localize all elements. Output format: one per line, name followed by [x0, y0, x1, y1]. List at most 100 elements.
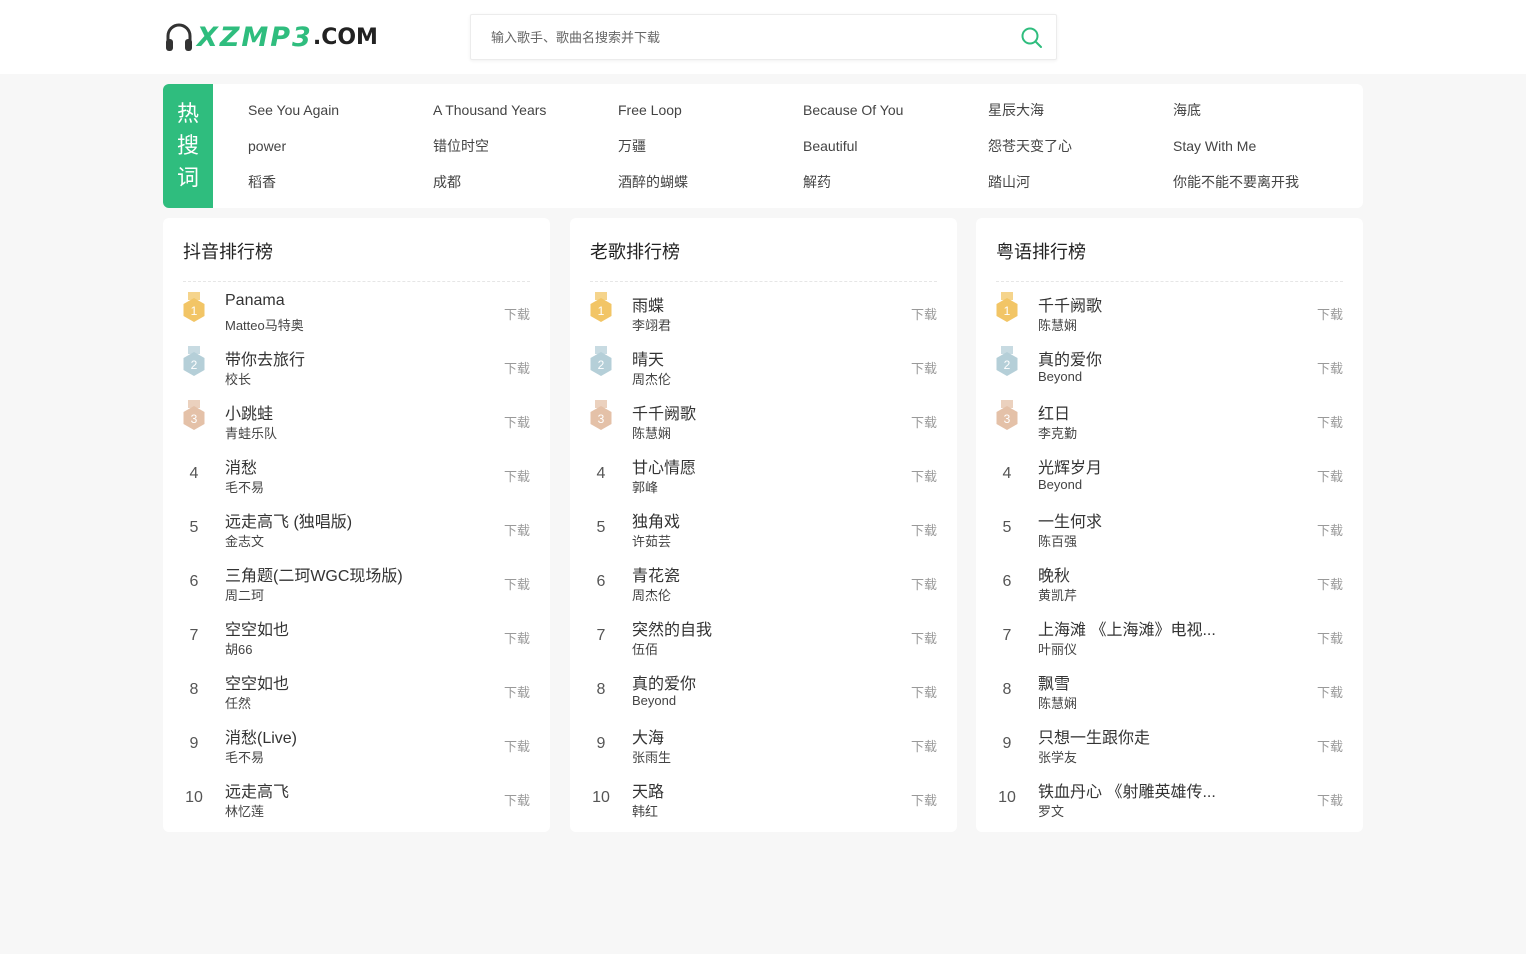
song-row[interactable]: 4 甘心情愿 郭峰 下载: [570, 448, 957, 502]
hot-search-link[interactable]: Free Loop: [618, 92, 803, 128]
hot-search-link[interactable]: Beautiful: [803, 128, 988, 164]
search-icon[interactable]: [1020, 26, 1044, 50]
song-title-link[interactable]: 只想一生跟你走: [1038, 724, 1150, 748]
download-link[interactable]: 下载: [1317, 682, 1343, 701]
song-title-link[interactable]: 远走高飞 (独唱版): [225, 508, 352, 532]
song-row[interactable]: 10 天路 韩红 下载: [570, 772, 957, 826]
song-title-link[interactable]: Panama: [225, 292, 285, 310]
download-link[interactable]: 下载: [1317, 790, 1343, 809]
song-row[interactable]: 10 远走高飞 林忆莲 下载: [163, 772, 550, 826]
song-title-link[interactable]: 真的爱你: [1038, 346, 1102, 370]
hot-search-link[interactable]: 你能不能不要离开我: [1173, 164, 1358, 200]
download-link[interactable]: 下载: [1317, 358, 1343, 377]
hot-search-link[interactable]: 怨苍天变了心: [988, 128, 1173, 164]
song-title-link[interactable]: 光辉岁月: [1038, 454, 1102, 478]
hot-search-link[interactable]: 酒醉的蝴蝶: [618, 164, 803, 200]
download-link[interactable]: 下载: [1317, 466, 1343, 485]
song-row[interactable]: 4 消愁 毛不易 下载: [163, 448, 550, 502]
download-link[interactable]: 下载: [1317, 412, 1343, 431]
song-title-link[interactable]: 真的爱你: [632, 670, 696, 694]
download-link[interactable]: 下载: [1317, 520, 1343, 539]
song-row[interactable]: 7 突然的自我 伍佰 下载: [570, 610, 957, 664]
song-title-link[interactable]: 晚秋: [1038, 562, 1070, 586]
hot-search-link[interactable]: 踏山河: [988, 164, 1173, 200]
song-title-link[interactable]: 千千阙歌: [1038, 292, 1102, 316]
download-link[interactable]: 下载: [911, 574, 937, 593]
song-row[interactable]: 2 带你去旅行 校长 下载: [163, 340, 550, 394]
song-title-link[interactable]: 飘雪: [1038, 670, 1070, 694]
song-title-link[interactable]: 雨蝶: [632, 292, 664, 316]
download-link[interactable]: 下载: [911, 736, 937, 755]
download-link[interactable]: 下载: [911, 520, 937, 539]
hot-search-link[interactable]: power: [248, 128, 433, 164]
song-row[interactable]: 9 只想一生跟你走 张学友 下载: [976, 718, 1363, 772]
hot-search-link[interactable]: 稻香: [248, 164, 433, 200]
song-row[interactable]: 9 消愁(Live) 毛不易 下载: [163, 718, 550, 772]
song-title-link[interactable]: 消愁(Live): [225, 724, 297, 748]
download-link[interactable]: 下载: [504, 520, 530, 539]
song-title-link[interactable]: 青花瓷: [632, 562, 680, 586]
hot-search-link[interactable]: 解药: [803, 164, 988, 200]
song-title-link[interactable]: 上海滩 《上海滩》电视...: [1038, 616, 1216, 640]
download-link[interactable]: 下载: [504, 466, 530, 485]
song-row[interactable]: 9 大海 张雨生 下载: [570, 718, 957, 772]
song-row[interactable]: 6 晚秋 黄凯芹 下载: [976, 556, 1363, 610]
download-link[interactable]: 下载: [504, 574, 530, 593]
hot-search-link[interactable]: 海底: [1173, 92, 1358, 128]
hot-search-link[interactable]: 成都: [433, 164, 618, 200]
download-link[interactable]: 下载: [504, 358, 530, 377]
song-row[interactable]: 5 独角戏 许茹芸 下载: [570, 502, 957, 556]
song-row[interactable]: 1 千千阙歌 陈慧娴 下载: [976, 286, 1363, 340]
hot-search-link[interactable]: 万疆: [618, 128, 803, 164]
song-row[interactable]: 1 雨蝶 李翊君 下载: [570, 286, 957, 340]
song-title-link[interactable]: 天路: [632, 778, 664, 802]
download-link[interactable]: 下载: [504, 628, 530, 647]
song-title-link[interactable]: 三角题(二珂WGC现场版): [225, 562, 403, 586]
song-row[interactable]: 6 三角题(二珂WGC现场版) 周二珂 下载: [163, 556, 550, 610]
download-link[interactable]: 下载: [504, 412, 530, 431]
song-title-link[interactable]: 千千阙歌: [632, 400, 696, 424]
download-link[interactable]: 下载: [911, 682, 937, 701]
download-link[interactable]: 下载: [1317, 736, 1343, 755]
download-link[interactable]: 下载: [1317, 628, 1343, 647]
download-link[interactable]: 下载: [911, 412, 937, 431]
song-title-link[interactable]: 红日: [1038, 400, 1070, 424]
download-link[interactable]: 下载: [504, 304, 530, 323]
song-title-link[interactable]: 大海: [632, 724, 664, 748]
song-title-link[interactable]: 突然的自我: [632, 616, 712, 640]
song-title-link[interactable]: 铁血丹心 《射雕英雄传...: [1038, 778, 1216, 802]
song-row[interactable]: 7 上海滩 《上海滩》电视... 叶丽仪 下载: [976, 610, 1363, 664]
song-row[interactable]: 2 真的爱你 Beyond 下载: [976, 340, 1363, 394]
song-row[interactable]: 6 青花瓷 周杰伦 下载: [570, 556, 957, 610]
song-title-link[interactable]: 晴天: [632, 346, 664, 370]
download-link[interactable]: 下载: [911, 790, 937, 809]
download-link[interactable]: 下载: [911, 358, 937, 377]
hot-search-link[interactable]: Because Of You: [803, 92, 988, 128]
song-title-link[interactable]: 带你去旅行: [225, 346, 305, 370]
song-row[interactable]: 8 空空如也 任然 下载: [163, 664, 550, 718]
song-row[interactable]: 2 晴天 周杰伦 下载: [570, 340, 957, 394]
song-row[interactable]: 3 红日 李克勤 下载: [976, 394, 1363, 448]
search-input[interactable]: [472, 16, 1012, 58]
hot-search-link[interactable]: 错位时空: [433, 128, 618, 164]
hot-search-link[interactable]: A Thousand Years: [433, 92, 618, 128]
hot-search-link[interactable]: 星辰大海: [988, 92, 1173, 128]
song-title-link[interactable]: 空空如也: [225, 616, 289, 640]
song-row[interactable]: 4 光辉岁月 Beyond 下载: [976, 448, 1363, 502]
song-title-link[interactable]: 远走高飞: [225, 778, 289, 802]
song-title-link[interactable]: 小跳蛙: [225, 400, 273, 424]
song-row[interactable]: 5 远走高飞 (独唱版) 金志文 下载: [163, 502, 550, 556]
song-row[interactable]: 10 铁血丹心 《射雕英雄传... 罗文 下载: [976, 772, 1363, 826]
song-row[interactable]: 8 真的爱你 Beyond 下载: [570, 664, 957, 718]
hot-search-link[interactable]: Stay With Me: [1173, 128, 1358, 164]
download-link[interactable]: 下载: [911, 628, 937, 647]
download-link[interactable]: 下载: [911, 304, 937, 323]
song-row[interactable]: 3 小跳蛙 青蛙乐队 下载: [163, 394, 550, 448]
song-title-link[interactable]: 独角戏: [632, 508, 680, 532]
song-title-link[interactable]: 一生何求: [1038, 508, 1102, 532]
download-link[interactable]: 下载: [911, 466, 937, 485]
download-link[interactable]: 下载: [1317, 574, 1343, 593]
song-title-link[interactable]: 消愁: [225, 454, 257, 478]
download-link[interactable]: 下载: [1317, 304, 1343, 323]
download-link[interactable]: 下载: [504, 682, 530, 701]
